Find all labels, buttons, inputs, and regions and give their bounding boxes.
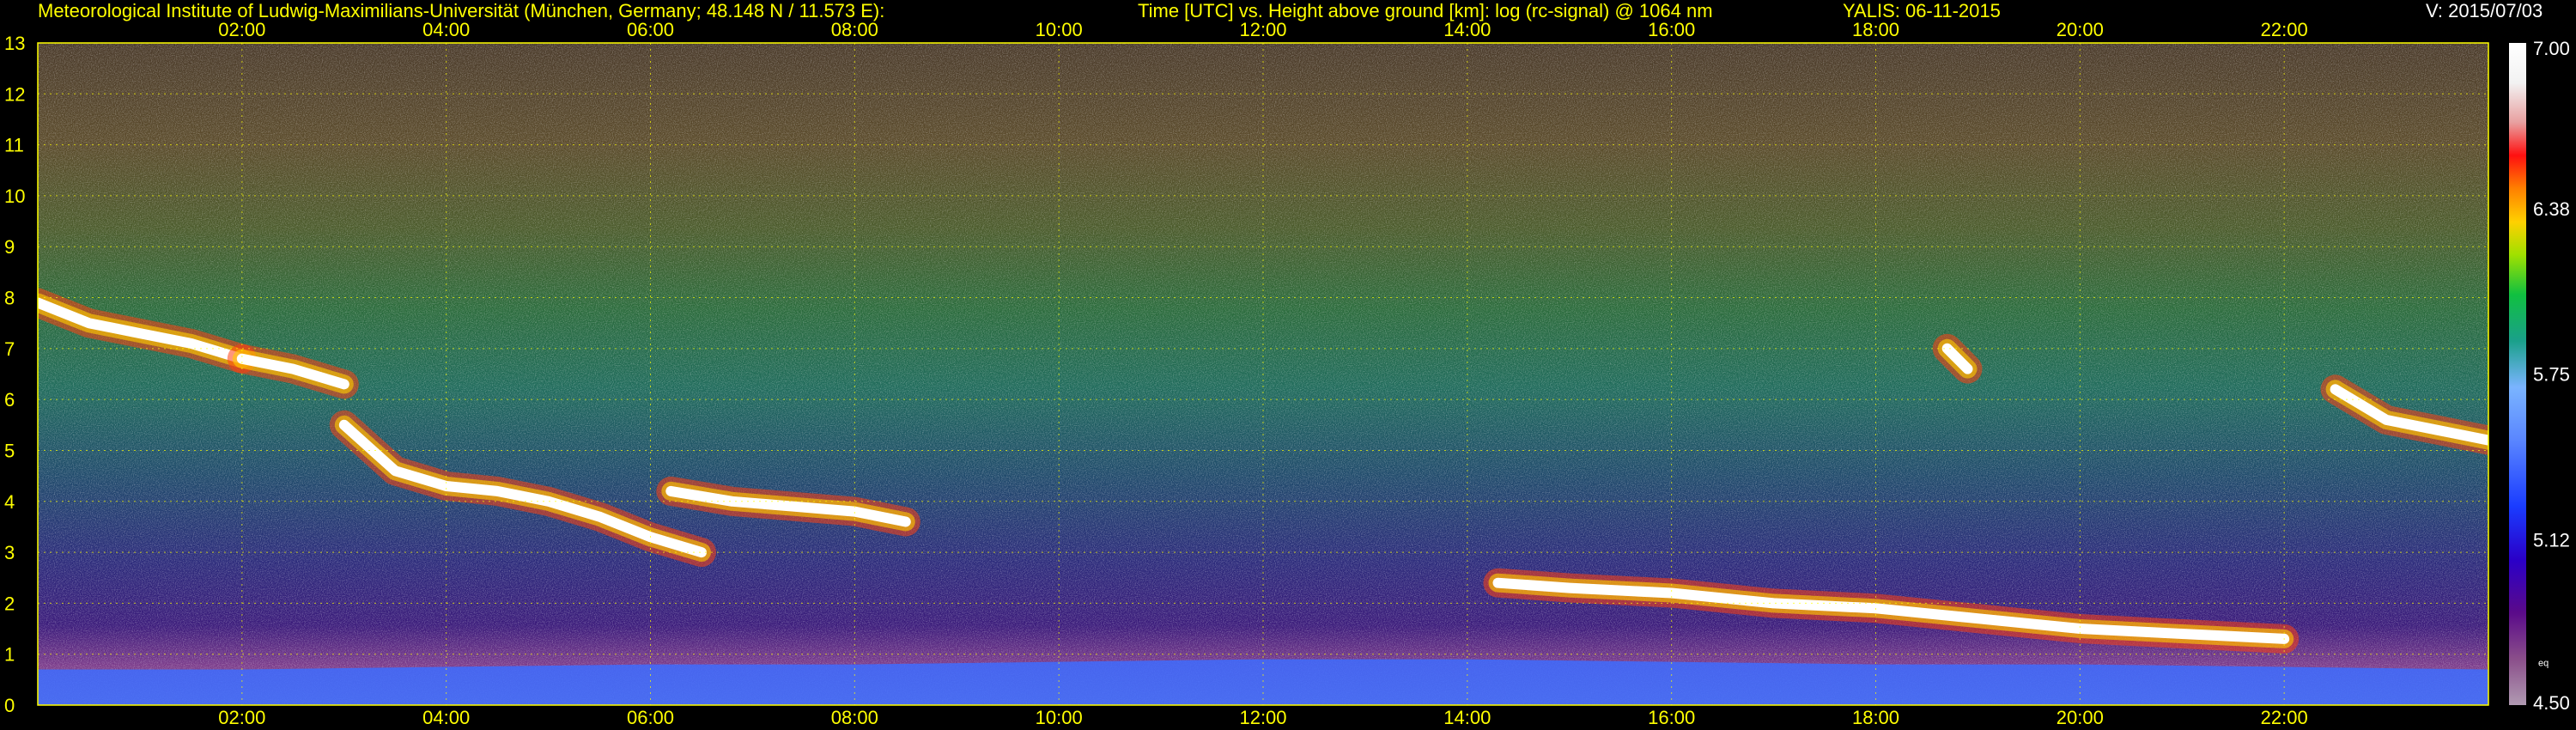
y-tick-label: 10 [4, 186, 25, 207]
y-tick-label: 8 [4, 288, 15, 309]
x-tick-label-top: 06:00 [627, 19, 674, 40]
cloud-layer [1932, 333, 1983, 384]
x-tick-label-top: 22:00 [2261, 19, 2308, 40]
colorbar-tick-label: 6.38 [2533, 198, 2570, 220]
x-tick-label-top: 08:00 [831, 19, 878, 40]
colorbar-tick-label: 5.12 [2533, 529, 2570, 551]
y-tick-label: 4 [4, 491, 15, 513]
x-tick-label: 12:00 [1239, 707, 1286, 728]
y-tick-label: 6 [4, 389, 15, 411]
x-tick-label-top: 20:00 [2057, 19, 2104, 40]
x-tick-label: 18:00 [1852, 707, 1899, 728]
x-tick-label: 04:00 [422, 707, 470, 728]
y-axis: 012345678910111213 [4, 33, 25, 716]
colorbar-small-label: eq [2538, 659, 2549, 669]
x-tick-label: 16:00 [1648, 707, 1695, 728]
colorbar-tick-label: 7.00 [2533, 38, 2570, 59]
y-tick-label: 3 [4, 542, 15, 563]
x-tick-label-top: 02:00 [218, 19, 265, 40]
x-tick-label-top: 14:00 [1443, 19, 1491, 40]
x-tick-label: 14:00 [1443, 707, 1491, 728]
y-tick-label: 12 [4, 83, 25, 105]
y-tick-label: 11 [4, 135, 24, 156]
y-tick-label: 0 [4, 695, 15, 716]
y-tick-label: 13 [4, 33, 25, 54]
x-tick-label-top: 04:00 [422, 19, 470, 40]
colorbar-ticks: 7.00 6.38 5.75 5.12 4.50 eq [2533, 38, 2570, 714]
x-axis-bottom: 02:00 04:00 06:00 08:00 10:00 12:00 14:00 16:00… [218, 707, 2307, 728]
x-tick-label-top: 18:00 [1852, 19, 1899, 40]
colorbar-tick-label: 4.50 [2533, 692, 2570, 714]
x-tick-label-top: 16:00 [1648, 19, 1695, 40]
y-tick-label: 9 [4, 236, 15, 258]
lidar-chart: 02:00 04:00 06:00 08:00 10:00 12:00 14:00 16:00… [4, 19, 2570, 728]
y-tick-label: 2 [4, 593, 15, 614]
x-tick-label: 06:00 [627, 707, 674, 728]
x-tick-label: 02:00 [218, 707, 265, 728]
colorbar-tick-label: 5.75 [2533, 364, 2570, 386]
x-tick-label: 22:00 [2261, 707, 2308, 728]
y-tick-label: 7 [4, 338, 15, 360]
x-tick-label-top: 10:00 [1036, 19, 1083, 40]
y-tick-label: 1 [4, 644, 15, 666]
y-tick-label: 5 [4, 440, 15, 461]
colorbar [2509, 43, 2526, 705]
x-tick-label-top: 12:00 [1239, 19, 1286, 40]
x-tick-label: 10:00 [1036, 707, 1083, 728]
x-tick-label: 08:00 [831, 707, 878, 728]
x-tick-label: 20:00 [2057, 707, 2104, 728]
x-axis-top: 02:00 04:00 06:00 08:00 10:00 12:00 14:00 16:00… [218, 19, 2307, 40]
